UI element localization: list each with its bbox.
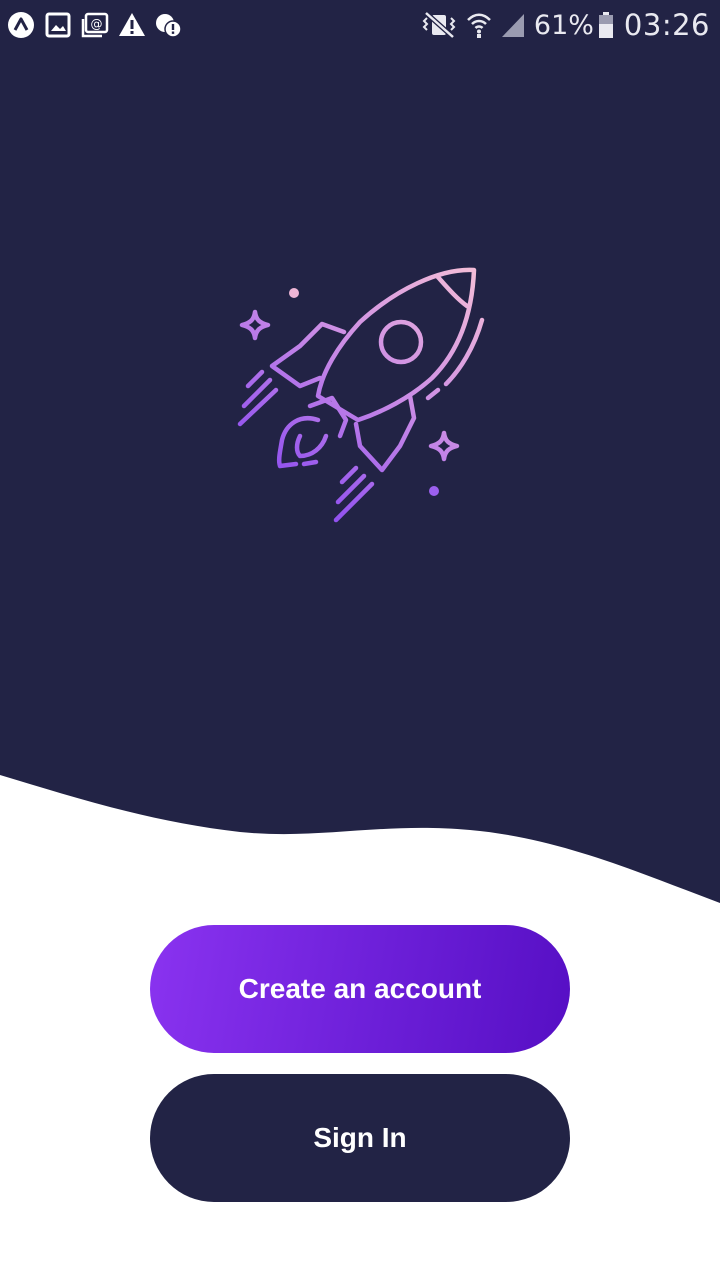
app-logo-icon xyxy=(6,10,36,40)
signal-icon xyxy=(500,10,526,40)
create-account-label: Create an account xyxy=(238,973,482,1004)
image-icon xyxy=(43,10,73,40)
svg-text:@: @ xyxy=(91,17,103,31)
system-status: 61% 03:26 xyxy=(420,8,710,42)
battery-icon xyxy=(598,10,614,40)
sign-in-label: Sign In xyxy=(313,1122,407,1153)
chat-alert-icon xyxy=(154,10,184,40)
create-account-button[interactable]: Create an account xyxy=(150,925,570,1053)
status-bar: @ 61% 03:26 xyxy=(0,0,720,50)
mail-icon: @ xyxy=(80,10,110,40)
notification-icons: @ xyxy=(6,10,191,40)
wifi-icon xyxy=(466,10,492,40)
warning-icon xyxy=(117,10,147,40)
clock: 03:26 xyxy=(623,8,710,42)
rocket-launch-icon xyxy=(237,267,485,523)
vibrate-icon xyxy=(420,10,458,40)
hero-section xyxy=(0,0,720,910)
sign-in-button[interactable]: Sign In xyxy=(150,1074,570,1202)
battery-percent: 61% xyxy=(533,9,594,41)
